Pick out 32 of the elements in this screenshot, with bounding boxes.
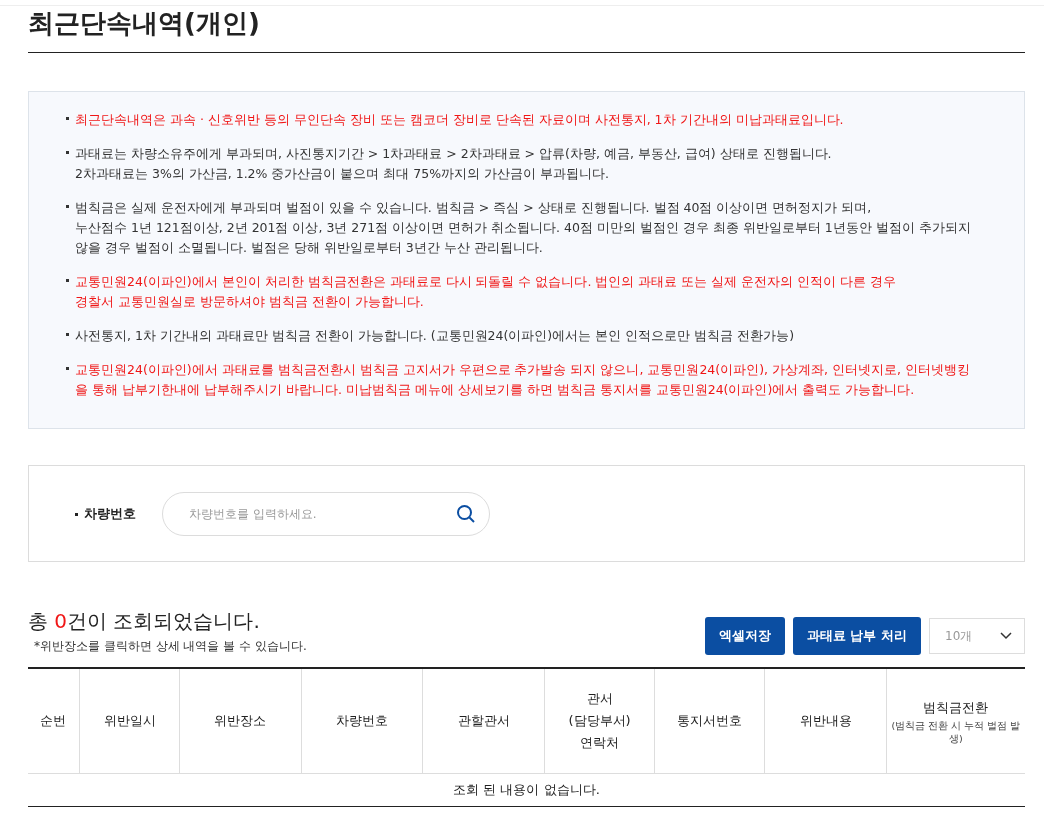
bullet-icon (66, 333, 69, 336)
search-label: 차량번호 (84, 505, 136, 521)
page-title: 최근단속내역(개인) (28, 6, 1025, 53)
column-header: 범칙금전환 (범칙금 전환 시 누적 벌점 발생) (886, 668, 1025, 774)
column-header: 위반내용 (764, 668, 887, 774)
notice-text: 최근단속내역은 과속 · 신호위반 등의 무인단속 장비 또는 캠코더 장비로 단속된 자료이며 사전통지, 1차 기간내의 미납과태료입니다. (75, 112, 844, 127)
bullet-icon (66, 205, 69, 208)
bullet-icon (66, 117, 69, 120)
bullet-icon (66, 367, 69, 370)
column-header: 위반장소 (179, 668, 302, 774)
bullet-icon (66, 279, 69, 282)
search-icon[interactable] (456, 503, 476, 524)
action-button[interactable]: 엑셀저장 (704, 617, 785, 655)
notice-text: 교통민원24(이파인)에서 본인이 처리한 범칙금전환은 과태료로 다시 되돌릴 수 없습니다. 법인의 과태료 또는 실제 운전자의 인적이 다른 경우 경찰서 교통민원실로 방문하셔야 범칙금 전환이 가능합니다. (75, 274, 897, 309)
action-button[interactable]: 과태료 납부 처리 (792, 617, 921, 655)
notice-text: 범칙금은 실제 운전자에게 부과되며 벌점이 있을 수 있습니다. 범칙금 > 즉심 > 상태로 진행됩니다. 벌점 40점 이상이면 면허정지가 되며, 누산점수 1년 121점이상, 2년 201점 이상, 3년 271점 이상이면 면허가 취소됩니다. 40점 미만의 벌점인 경우 최종 위반일로부터 1년동안 벌점이 추가되지 않을 경우 벌점이 소멸됩니다. 벌점은 당해 위반일로부터 3년간 누산 관리됩니다. (75, 200, 971, 255)
column-header: 차량번호 (301, 668, 423, 774)
column-header: 관서 (담당부서) 연락처 (544, 668, 655, 774)
notice-text: 과태료는 차량소유주에게 부과되며, 사진통지기간 > 1차과태료 > 2차과태료 > 압류(차량, 예금, 부동산, 급여) 상태로 진행됩니다. 2차과태료는 3%의 가산금, 1.2% 중가산금이 붙으며 최대 75%까지의 가산금이 부과됩니다. (75, 146, 832, 181)
column-header: 관할관서 (422, 668, 545, 774)
bullet-icon (75, 512, 78, 516)
column-header: 위반일시 (79, 668, 180, 774)
column-header: 통지서번호 (654, 668, 765, 774)
column-header: 순번 (28, 668, 80, 774)
chevron-down-icon (1000, 632, 1012, 640)
search-field[interactable]: 차량번호를 입력하세요. (162, 491, 490, 536)
notice-text: 사전통지, 1차 기간내의 과태료만 범칙금 전환이 가능합니다. (교통민원24(이파인)에서는 본인 인적으로만 범칙금 전환가능) (75, 328, 795, 343)
bullet-icon (66, 151, 69, 154)
hint-text: *위반장소를 클릭하면 상세 내역을 볼 수 있습니다. (33, 638, 307, 655)
empty-message: 조회 된 내용이 없습니다. (28, 773, 1025, 807)
notice-text: 교통민원24(이파인)에서 과태료를 범칙금전환시 범칙금 고지서가 우편으로 추가발송 되지 않으니, 교통민원24(이파인), 가상계좌, 인터넷지로, 인터넷뱅킹 을 통해 납부기한내에 납부해주시기 바랍니다. 미납범칙금 메뉴에 상세보기를 하면 범칙금 통지서를 교통민원24(이파인)에서 출력도 가능합니다. (75, 362, 970, 397)
result-count: 총 0건이 조회되었습니다. (28, 608, 261, 634)
